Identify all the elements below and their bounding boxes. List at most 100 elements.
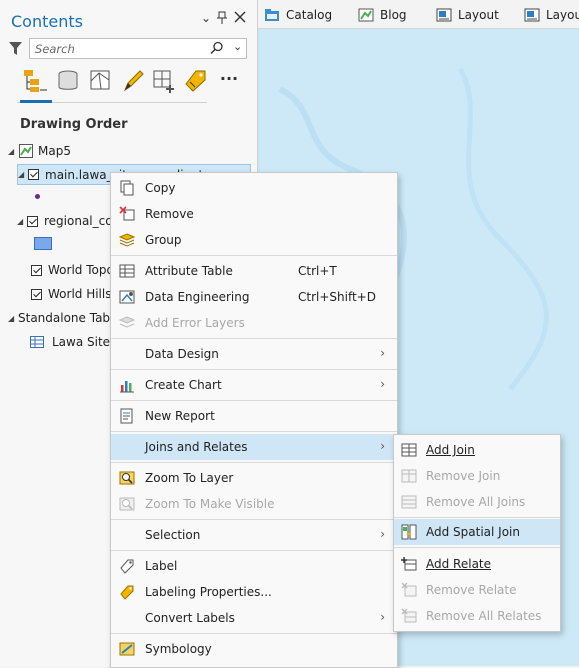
- menu-separator: [111, 255, 397, 256]
- menu-item-selection[interactable]: Selection ›: [111, 522, 397, 548]
- menu-item-new-report[interactable]: New Report: [111, 403, 397, 429]
- remove-relate-icon: [401, 582, 417, 598]
- collapse-triangle-icon[interactable]: ◢: [8, 314, 18, 323]
- menu-item-joins-and-relates[interactable]: Joins and Relates ›: [111, 434, 397, 460]
- catalog-icon: [264, 8, 280, 22]
- search-options-chevron-icon[interactable]: ⌄: [233, 40, 242, 53]
- visibility-checkbox[interactable]: [28, 169, 39, 180]
- menu-item-symbology[interactable]: Symbology: [111, 636, 397, 662]
- menu-separator: [111, 369, 397, 370]
- menu-item-data-engineering[interactable]: Data Engineering Ctrl+Shift+D: [111, 284, 397, 310]
- pane-options-chevron-icon[interactable]: ⌄: [199, 11, 213, 25]
- map-icon: [19, 144, 33, 158]
- menu-separator: [111, 519, 397, 520]
- copy-icon: [119, 180, 135, 196]
- active-tool-indicator: [20, 100, 52, 103]
- table-icon: [30, 336, 44, 348]
- tree-table-lawa-sites[interactable]: Lawa Sites: [30, 332, 116, 352]
- submenu-separator: [394, 547, 560, 548]
- zoom-to-layer-icon: [119, 470, 135, 486]
- tree-label-table1: Lawa Sites: [52, 335, 117, 349]
- tab-catalog[interactable]: Catalog: [264, 6, 332, 24]
- menu-separator: [111, 400, 397, 401]
- search-input[interactable]: [35, 41, 195, 56]
- drawing-order-heading: Drawing Order: [20, 117, 128, 132]
- submenu-arrow-icon: ›: [380, 439, 385, 453]
- submenu-separator: [394, 517, 560, 518]
- submenu-item-remove-all-joins[interactable]: Remove All Joins: [394, 489, 560, 515]
- layout-icon: [524, 8, 540, 22]
- tab-layout-1[interactable]: Layout: [436, 6, 499, 24]
- label-icon: [119, 558, 135, 574]
- joins-and-relates-submenu: Add Join Remove Join Remove All Joins Ad…: [393, 434, 561, 632]
- submenu-item-add-spatial-join[interactable]: Add Spatial Join: [394, 519, 560, 545]
- submenu-arrow-icon: ›: [380, 346, 385, 360]
- visibility-checkbox[interactable]: [31, 264, 42, 276]
- data-engineering-icon: [119, 289, 135, 305]
- contents-toolbar: ···: [17, 68, 242, 104]
- list-by-source-icon[interactable]: [56, 68, 82, 96]
- zoom-visible-icon: [119, 496, 135, 512]
- menu-item-create-chart[interactable]: Create Chart ›: [111, 372, 397, 398]
- list-by-snapping-icon[interactable]: [152, 68, 178, 96]
- map-tab-bar: Catalog Blog Layout Layout: [258, 0, 579, 29]
- more-icon[interactable]: ···: [216, 68, 242, 96]
- point-symbol-icon: [35, 194, 40, 199]
- menu-item-group[interactable]: Group: [111, 227, 397, 253]
- polygon-symbol-icon: [34, 237, 52, 250]
- collapse-triangle-icon[interactable]: ◢: [8, 147, 18, 156]
- submenu-item-add-join[interactable]: Add Join: [394, 437, 560, 463]
- menu-item-remove[interactable]: Remove: [111, 201, 397, 227]
- collapse-triangle-icon[interactable]: ◢: [18, 170, 28, 179]
- filter-icon[interactable]: [9, 41, 22, 56]
- menu-item-labeling-properties[interactable]: Labeling Properties...: [111, 579, 397, 605]
- list-by-labeling-icon[interactable]: [183, 68, 209, 96]
- submenu-item-remove-join[interactable]: Remove Join: [394, 463, 560, 489]
- submenu-arrow-icon: ›: [380, 610, 385, 624]
- menu-item-label[interactable]: Label: [111, 553, 397, 579]
- submenu-item-remove-all-relates[interactable]: Remove All Relates: [394, 603, 560, 629]
- tree-label-map: Map5: [38, 144, 71, 158]
- collapse-triangle-icon[interactable]: ◢: [17, 217, 27, 226]
- menu-separator: [111, 550, 397, 551]
- layer-context-menu: Copy Remove Group Attribute Table Ctrl+T…: [110, 172, 398, 668]
- menu-item-convert-labels[interactable]: Convert Labels ›: [111, 605, 397, 631]
- list-by-drawing-order-icon[interactable]: [22, 68, 48, 96]
- visibility-checkbox[interactable]: [31, 288, 42, 300]
- menu-item-add-error-layers[interactable]: Add Error Layers: [111, 310, 397, 336]
- close-icon[interactable]: [233, 11, 247, 25]
- submenu-arrow-icon: ›: [380, 377, 385, 391]
- labeling-properties-icon: [119, 584, 135, 600]
- tree-map-node[interactable]: ◢ Map5: [8, 141, 71, 161]
- menu-item-zoom-to-layer[interactable]: Zoom To Layer: [111, 465, 397, 491]
- pane-title: Contents: [11, 12, 83, 31]
- menu-item-zoom-to-make-visible[interactable]: Zoom To Make Visible: [111, 491, 397, 517]
- add-join-icon: [401, 442, 417, 458]
- menu-separator: [111, 462, 397, 463]
- spatial-join-icon: [401, 524, 417, 540]
- menu-item-attribute-table[interactable]: Attribute Table Ctrl+T: [111, 258, 397, 284]
- bar-chart-icon: [119, 377, 135, 393]
- remove-join-icon: [401, 468, 417, 484]
- search-icon[interactable]: [210, 41, 224, 58]
- menu-separator: [111, 338, 397, 339]
- remove-all-joins-icon: [401, 494, 417, 510]
- symbology-icon: [119, 641, 135, 657]
- map-icon: [358, 8, 374, 22]
- visibility-checkbox[interactable]: [27, 215, 38, 227]
- pencil-icon[interactable]: [121, 68, 147, 96]
- submenu-item-add-relate[interactable]: Add Relate: [394, 551, 560, 577]
- error-layers-icon: [118, 315, 136, 331]
- list-by-editing-icon[interactable]: [89, 68, 115, 96]
- report-icon: [119, 408, 135, 424]
- group-layers-icon: [118, 232, 136, 248]
- submenu-item-remove-relate[interactable]: Remove Relate: [394, 577, 560, 603]
- table-icon: [119, 263, 135, 279]
- search-box: ⌄: [29, 38, 247, 59]
- tab-blog[interactable]: Blog: [358, 6, 407, 24]
- menu-item-copy[interactable]: Copy: [111, 175, 397, 201]
- tab-layout-2[interactable]: Layout: [524, 6, 579, 24]
- layout-icon: [436, 8, 452, 22]
- pin-icon[interactable]: [215, 11, 229, 25]
- menu-item-data-design[interactable]: Data Design ›: [111, 341, 397, 367]
